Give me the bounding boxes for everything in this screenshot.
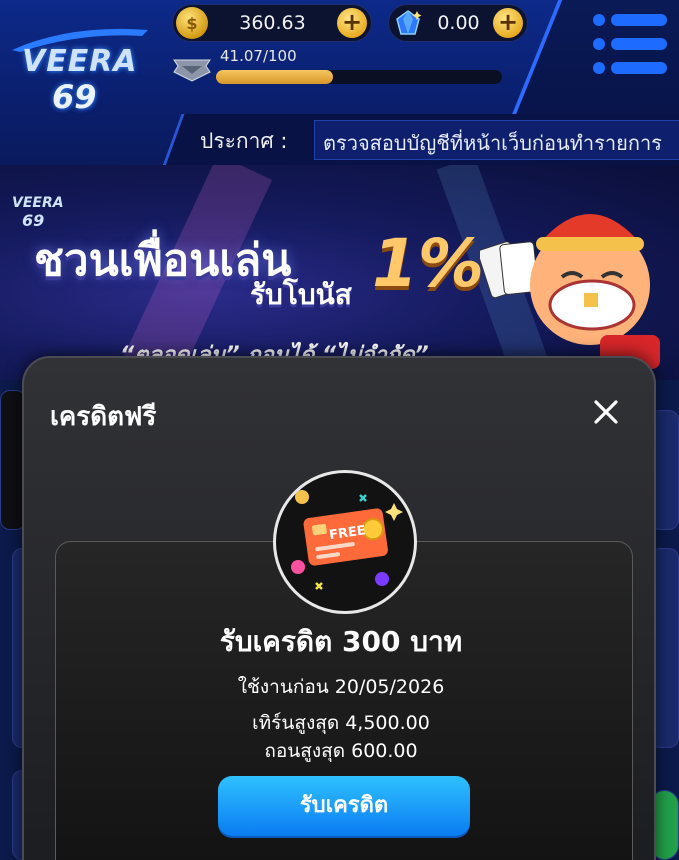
announcement-marquee: ตรวจสอบบัญชีที่หน้าเว็บก่อนทำรายการ — [314, 120, 679, 160]
max-turnover-text: เทิร์นสูงสุด 4,500.00 — [252, 712, 430, 734]
coin-icon: $ — [176, 7, 208, 39]
gem-icon — [392, 7, 424, 39]
add-balance-button[interactable]: + — [337, 8, 367, 38]
promo-banner[interactable]: VEERA 69 ชวนเพื่อนเล่น รับโบนัส 1% “ตลอด… — [0, 165, 679, 380]
max-withdraw-text: ถอนสูงสุด 600.00 — [264, 740, 418, 762]
close-icon[interactable] — [592, 398, 620, 426]
credit-amount-title: รับเครดิต 300 บาท — [219, 625, 463, 658]
banner-subheadline: รับโบนัส — [250, 278, 352, 311]
balance-pill: $ 360.63 + — [172, 4, 372, 42]
mascot-character-icon — [480, 214, 660, 369]
rank-badge-icon — [173, 59, 211, 82]
xp-progress-bar — [216, 70, 502, 84]
balance-value: 360.63 — [239, 12, 306, 34]
free-card-icon: FREE — [291, 490, 403, 590]
expire-date-text: ใช้งานก่อน 20/05/2026 — [237, 676, 445, 698]
announcement-text: ตรวจสอบบัญชีที่หน้าเว็บก่อนทำรายการ — [323, 131, 662, 155]
modal-title: เครดิตฟรี — [50, 402, 157, 432]
gems-value: 0.00 — [437, 12, 480, 34]
menu-icon[interactable] — [591, 14, 669, 76]
free-credit-badge: FREE — [273, 470, 417, 614]
site-logo[interactable]: VEERA 69 — [10, 14, 150, 124]
banner-percent: 1% — [372, 225, 485, 302]
add-gems-button[interactable]: + — [493, 8, 523, 38]
gems-pill: 0.00 + — [388, 4, 528, 42]
logo-number: 69 — [52, 78, 97, 116]
banner-logo-text: VEERA — [12, 195, 64, 211]
top-header: VEERA 69 $ 360.63 + 0.00 + 41.07/100 ประ… — [0, 0, 679, 165]
logo-text: VEERA — [22, 44, 138, 79]
free-credit-modal: เครดิตฟรี FREE รับเครดิต 300 บาท ใช้งานก… — [22, 356, 656, 860]
announcement-label: ประกาศ : — [200, 129, 288, 153]
xp-text: 41.07/100 — [220, 47, 297, 65]
xp-progress-fill — [216, 70, 334, 84]
claim-credit-button[interactable]: รับเครดิต — [218, 776, 470, 836]
